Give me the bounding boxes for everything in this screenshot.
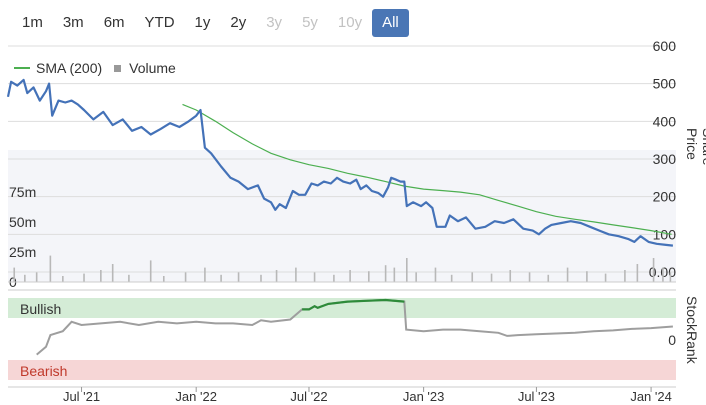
volume-bar: [313, 272, 316, 282]
volume-bar: [471, 272, 474, 282]
volume-bar: [184, 272, 187, 282]
sma-legend-swatch: [14, 67, 30, 69]
price-tick-label: 100: [653, 226, 677, 242]
volume-panel-background: [8, 150, 676, 282]
price-tick-label: 400: [653, 113, 677, 129]
volume-bar: [624, 270, 626, 282]
volume-legend-swatch: [114, 64, 122, 72]
volume-bar: [111, 264, 114, 282]
stockrank-axis-title: StockRank: [684, 296, 700, 364]
volume-bar: [528, 272, 531, 282]
volume-bar: [204, 267, 206, 282]
bearish-zone: [8, 360, 676, 380]
volume-bar: [35, 272, 38, 282]
volume-tick-label: 75m: [9, 184, 36, 200]
volume-bar: [406, 258, 408, 282]
volume-bar: [100, 270, 102, 282]
volume-bar: [275, 270, 278, 282]
share-price-axis-title: Share Price: [684, 128, 706, 166]
volume-bar: [636, 264, 639, 282]
volume-bar: [509, 270, 512, 282]
volume-bar: [220, 274, 222, 282]
x-tick-label: Jan '22: [175, 389, 217, 404]
price-tick-label: 500: [653, 76, 677, 92]
price-tick-label: 200: [653, 189, 677, 205]
bullish-label: Bullish: [20, 301, 61, 317]
volume-bar: [662, 267, 664, 282]
volume-bar: [490, 273, 493, 282]
volume-bar: [450, 274, 453, 282]
volume-bar: [49, 255, 52, 282]
x-tick-label: Jul '22: [290, 389, 327, 404]
volume-bar: [295, 267, 297, 282]
volume-bar: [566, 267, 569, 282]
volume-bar: [367, 271, 370, 282]
x-tick-label: Jan '24: [630, 389, 672, 404]
volume-bar: [260, 274, 262, 282]
volume-bar: [604, 273, 607, 282]
x-tick-label: Jan '23: [403, 389, 445, 404]
volume-bar: [149, 260, 152, 282]
volume-tick-label: 50m: [9, 214, 36, 230]
volume-bar: [349, 270, 351, 282]
volume-bar: [434, 267, 437, 282]
volume-bar: [415, 272, 417, 282]
price-tick-label: 300: [653, 151, 677, 167]
volume-bar: [547, 274, 550, 282]
volume-bar: [24, 274, 26, 282]
sma-legend-label[interactable]: SMA (200): [36, 60, 102, 76]
x-tick-label: Jul '21: [63, 389, 100, 404]
rank-tick-label: 0: [668, 332, 676, 348]
volume-bar: [333, 274, 335, 282]
volume-bar: [83, 273, 85, 282]
volume-bar: [384, 265, 387, 282]
volume-bar: [13, 267, 16, 282]
chart-legend: SMA (200) Volume: [14, 60, 176, 76]
volume-bar: [669, 272, 672, 282]
volume-bar: [62, 276, 64, 282]
volume-bar: [586, 271, 588, 282]
bearish-label: Bearish: [20, 363, 67, 379]
volume-tick-label: 25m: [9, 244, 36, 260]
price-tick-label: 600: [653, 38, 677, 54]
volume-bar: [237, 272, 240, 282]
volume-legend-label[interactable]: Volume: [129, 60, 176, 76]
volume-bar: [652, 258, 655, 282]
x-tick-label: Jul '23: [518, 389, 555, 404]
volume-bar: [162, 276, 165, 282]
bullish-zone: [8, 298, 676, 318]
volume-bar: [128, 274, 130, 282]
volume-bar: [393, 267, 396, 282]
